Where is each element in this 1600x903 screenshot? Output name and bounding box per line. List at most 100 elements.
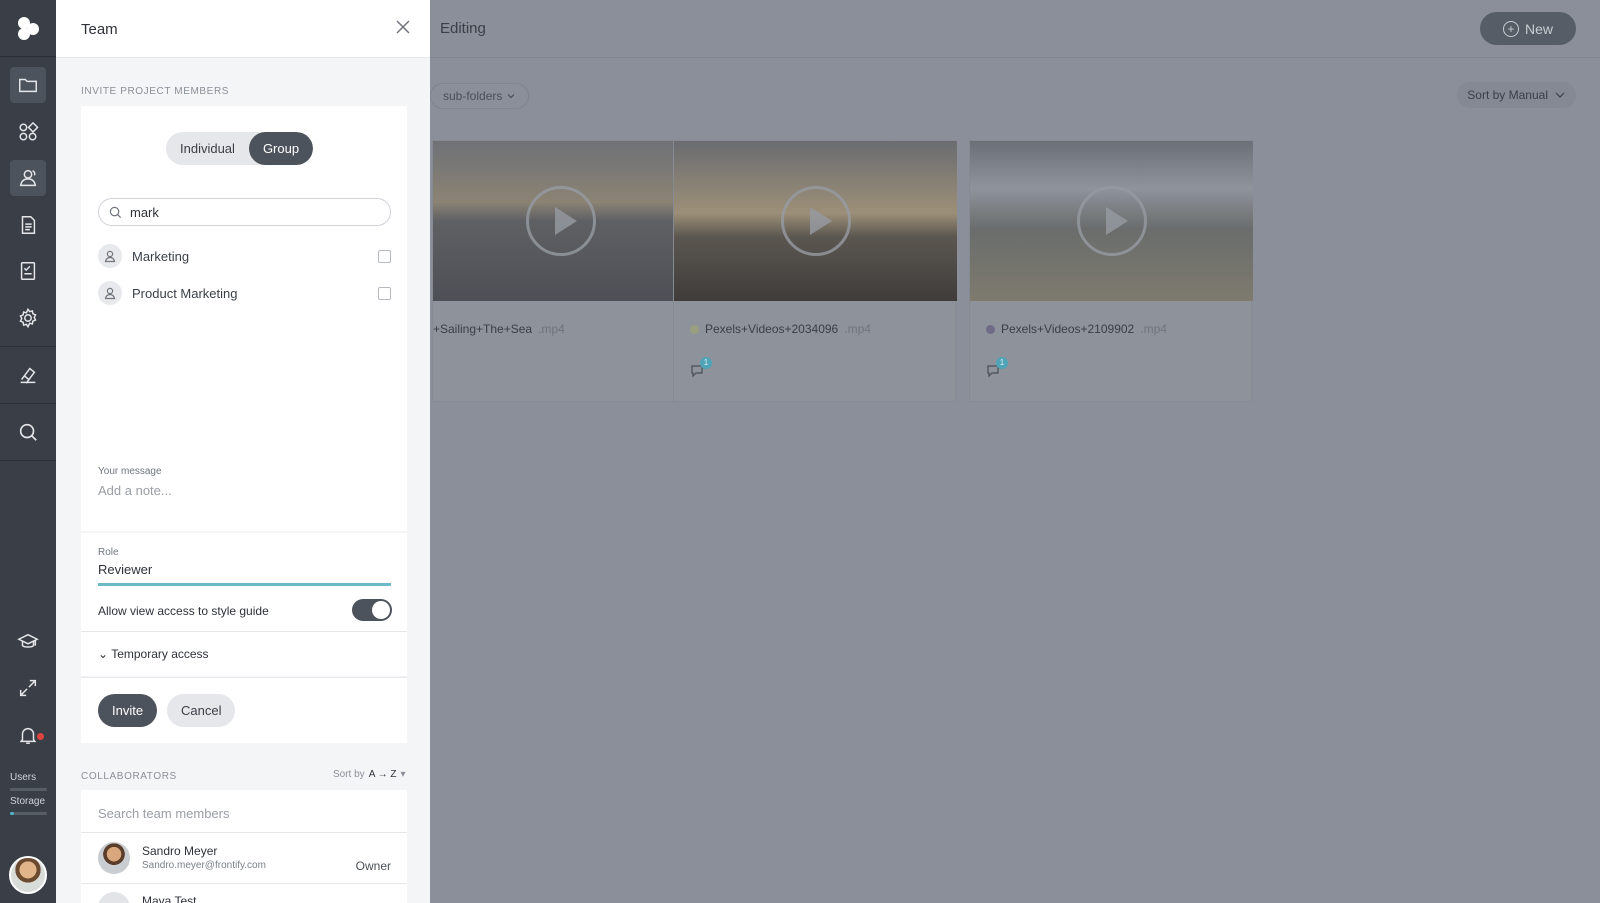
- rail-divider: [0, 403, 56, 404]
- panel-title: Team: [81, 21, 118, 38]
- app-logo-icon[interactable]: [14, 14, 42, 42]
- play-icon[interactable]: [526, 186, 597, 256]
- sort-value: A → Z: [368, 769, 397, 780]
- graduation-cap-icon: [17, 633, 39, 648]
- member-row[interactable]: Sandro Meyer Sandro.meyer@frontify.com O…: [98, 836, 391, 882]
- sort-dropdown[interactable]: Sort by Manual: [1457, 82, 1576, 108]
- academy-nav-button[interactable]: [10, 624, 46, 660]
- video-thumbnail: [970, 141, 1253, 301]
- member-avatar: [98, 842, 130, 874]
- group-search: [98, 198, 391, 226]
- settings-nav-button[interactable]: [10, 300, 46, 336]
- search-nav-button[interactable]: [10, 414, 46, 450]
- style-guide-access-toggle[interactable]: [352, 599, 392, 621]
- user-avatar[interactable]: [9, 856, 47, 894]
- temporary-access-toggle[interactable]: ⌄ Temporary access: [98, 647, 209, 661]
- assets-nav-button[interactable]: [10, 114, 46, 150]
- divider: [81, 832, 407, 833]
- invite-section-label: INVITE PROJECT MEMBERS: [81, 86, 230, 97]
- temporary-access-label: Temporary access: [111, 647, 209, 661]
- role-underline: [98, 583, 391, 586]
- sort-label: Sort by Manual: [1467, 88, 1548, 102]
- styleguide-nav-button[interactable]: [10, 357, 46, 393]
- group-row[interactable]: Product Marketing: [98, 280, 391, 306]
- asset-name-text: +Sailing+The+Sea: [433, 322, 533, 336]
- tab-individual[interactable]: Individual: [166, 132, 249, 165]
- asset-card[interactable]: Pexels+Videos+2109902 .mp4 1: [969, 140, 1253, 402]
- comment-count-badge: 1: [996, 357, 1008, 369]
- team-nav-button[interactable]: [10, 160, 46, 196]
- tasks-nav-button[interactable]: [10, 253, 46, 289]
- asset-name-text: Pexels+Videos+2034096: [705, 322, 839, 336]
- tab-group[interactable]: Group: [248, 132, 314, 165]
- asset-card[interactable]: Pexels+Videos+2034096 .mp4 1: [673, 140, 957, 402]
- storage-usage-bar: [10, 812, 47, 815]
- rail-divider: [0, 56, 56, 57]
- cancel-button[interactable]: Cancel: [167, 694, 236, 727]
- panel-header: Team: [56, 0, 430, 58]
- plus-icon: +: [1502, 20, 1519, 37]
- chevron-down-icon: [1555, 92, 1565, 98]
- gear-icon: [19, 307, 37, 329]
- caret-down-icon: ▾: [400, 769, 406, 780]
- message-label: Your message: [98, 466, 162, 477]
- user-icon: [104, 287, 116, 300]
- video-thumbnail: [674, 141, 957, 301]
- asset-ext: .mp4: [1140, 322, 1167, 336]
- group-name: Marketing: [132, 248, 190, 264]
- documents-nav-button[interactable]: [10, 207, 46, 243]
- comments-indicator[interactable]: 1: [690, 357, 712, 383]
- divider: [81, 883, 407, 884]
- comments-indicator[interactable]: 1: [986, 357, 1008, 383]
- role-value[interactable]: Reviewer: [98, 562, 152, 577]
- notification-dot: [37, 733, 44, 740]
- subfolders-filter[interactable]: sub-folders: [430, 83, 530, 109]
- chevron-down-icon: [507, 94, 515, 99]
- fullscreen-button[interactable]: [10, 670, 46, 706]
- folder-icon: [19, 78, 37, 93]
- sort-prefix: Sort by: [333, 769, 365, 780]
- invite-button[interactable]: Invite: [98, 694, 158, 727]
- style-guide-access-row: Allow view access to style guide: [81, 587, 407, 632]
- asset-name: +Sailing+The+Sea .mp4: [433, 322, 565, 336]
- new-button[interactable]: + New: [1480, 12, 1576, 45]
- invite-type-toggle: Individual Group: [166, 132, 314, 165]
- member-avatar: [98, 892, 130, 903]
- asset-ext: .mp4: [538, 322, 565, 336]
- role-label: Role: [98, 547, 119, 558]
- member-row[interactable]: Maya Test: [98, 886, 391, 903]
- breadcrumb[interactable]: Editing: [440, 20, 486, 37]
- collaborators-list: Sandro Meyer Sandro.meyer@frontify.com O…: [81, 790, 407, 903]
- collaborators-sort[interactable]: Sort by A → Z ▾: [333, 769, 406, 780]
- group-row[interactable]: Marketing: [98, 243, 391, 269]
- style-guide-access-label: Allow view access to style guide: [98, 604, 269, 618]
- status-dot: [690, 324, 699, 334]
- group-search-input[interactable]: [130, 204, 370, 220]
- member-email: Sandro.meyer@frontify.com: [142, 860, 266, 871]
- asset-name: Pexels+Videos+2034096 .mp4: [690, 322, 871, 336]
- document-icon: [21, 216, 36, 234]
- temporary-access-row[interactable]: ⌄ Temporary access: [81, 632, 407, 676]
- bell-icon: [19, 727, 37, 744]
- comment-count-badge: 1: [700, 357, 712, 369]
- group-avatar: [98, 281, 122, 305]
- asset-ext: .mp4: [844, 322, 871, 336]
- close-icon[interactable]: [394, 18, 412, 36]
- storage-usage-label: Storage: [10, 796, 46, 807]
- search-icon: [19, 423, 37, 441]
- member-search-input[interactable]: [98, 806, 391, 821]
- member-name: Sandro Meyer: [142, 844, 218, 858]
- users-usage-label: Users: [10, 772, 37, 783]
- invite-form: Individual Group Marketing Product Marke…: [81, 106, 407, 531]
- projects-nav-button[interactable]: [10, 67, 46, 103]
- group-checkbox[interactable]: [378, 249, 391, 263]
- expand-icon: [19, 679, 37, 697]
- users-usage-bar: [10, 788, 47, 791]
- group-checkbox[interactable]: [378, 286, 391, 300]
- play-icon[interactable]: [780, 186, 851, 256]
- group-name: Product Marketing: [132, 285, 238, 301]
- play-icon[interactable]: [1076, 186, 1147, 256]
- role-field[interactable]: Role Reviewer: [81, 533, 407, 587]
- message-input[interactable]: [98, 483, 391, 498]
- chevron-down-icon: ⌄: [98, 647, 109, 661]
